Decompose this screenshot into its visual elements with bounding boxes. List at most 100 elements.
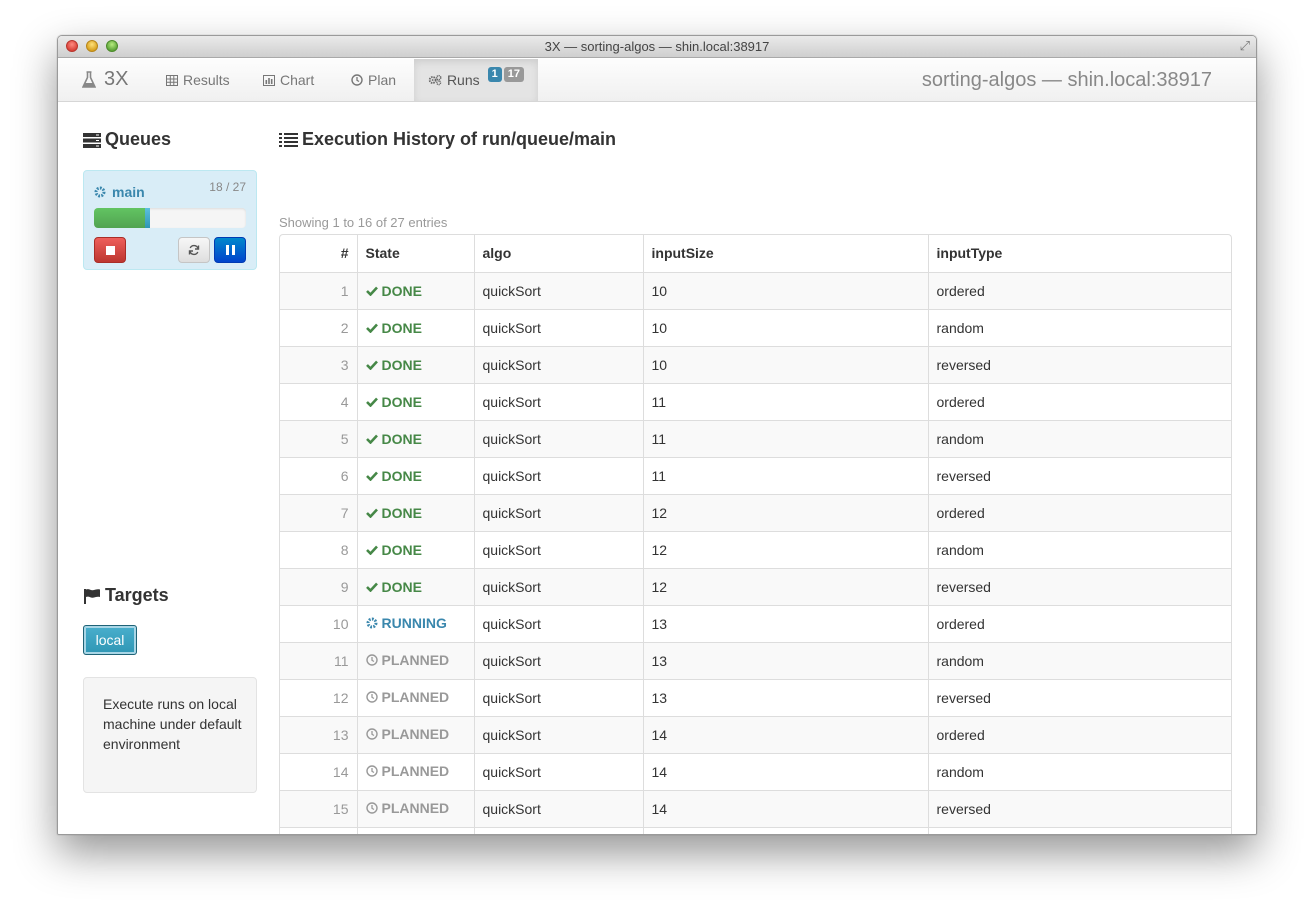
- table-row[interactable]: 15 PLANNED quickSort 14 reversed: [280, 789, 1231, 827]
- row-input-size: 11: [642, 456, 928, 494]
- state-label: DONE: [381, 467, 422, 484]
- table-row[interactable]: 14 PLANNED quickSort 14 random: [280, 752, 1231, 790]
- entries-info: Showing 1 to 16 of 27 entries: [279, 215, 448, 230]
- row-input-type: random: [927, 752, 1231, 790]
- queue-name[interactable]: main: [94, 184, 145, 200]
- title-bar[interactable]: 3X — sorting-algos — shin.local:38917 ⤢: [58, 36, 1256, 58]
- gears-icon: [428, 74, 442, 86]
- clock-icon: [365, 765, 378, 777]
- row-input-type: ordered: [927, 271, 1231, 309]
- table-row[interactable]: 2 DONE quickSort 10 random: [280, 308, 1231, 346]
- table-row[interactable]: 4 DONE quickSort 11 ordered: [280, 382, 1231, 420]
- state-label: PLANNED: [381, 689, 450, 705]
- row-algo: quickSort: [473, 345, 643, 383]
- table-row[interactable]: 11 PLANNED quickSort 13 random: [280, 641, 1231, 679]
- brand[interactable]: 3X: [82, 68, 128, 91]
- state-badge: DONE: [365, 579, 422, 595]
- table-row[interactable]: 10 RUNNING quickSort 13 ordered: [280, 604, 1231, 642]
- row-input-type: ordered: [927, 493, 1231, 531]
- row-number: 15: [280, 789, 357, 827]
- row-input-size: 14: [642, 752, 928, 790]
- list-icon: [279, 132, 298, 147]
- row-number: 2: [280, 308, 357, 346]
- row-number: 10: [280, 604, 357, 642]
- column-header-algo[interactable]: algo: [473, 235, 643, 272]
- state-badge: PLANNED: [365, 800, 449, 816]
- tab-results[interactable]: Results: [152, 59, 244, 101]
- pause-queue-button[interactable]: [214, 237, 246, 263]
- row-state: PLANNED: [356, 789, 474, 827]
- table-row[interactable]: 1 DONE quickSort 10 ordered: [280, 271, 1231, 309]
- table-row[interactable]: 9 DONE quickSort 12 reversed: [280, 567, 1231, 605]
- row-input-size: 13: [642, 678, 928, 716]
- target-local-button[interactable]: local: [83, 625, 137, 655]
- tab-chart[interactable]: Chart: [249, 59, 328, 101]
- zoom-window-button[interactable]: [106, 40, 118, 52]
- row-number: 8: [280, 530, 357, 568]
- queues-heading-label: Queues: [105, 129, 172, 149]
- column-header-inputtype[interactable]: inputType: [927, 235, 1231, 272]
- row-input-size: 12: [642, 530, 928, 568]
- check-icon: [365, 360, 378, 370]
- row-input-type: ordered: [927, 715, 1231, 753]
- navbar: 3X Results Chart Plan Runs 1 17 sorting-…: [58, 59, 1256, 102]
- refresh-queue-button[interactable]: [178, 237, 210, 263]
- page-title: Execution History of run/queue/main: [279, 129, 616, 150]
- table-icon: [166, 74, 178, 86]
- queue-card-main[interactable]: main 18 / 27: [83, 170, 257, 270]
- column-header-inputsize[interactable]: inputSize: [642, 235, 928, 272]
- table-row[interactable]: 7 DONE quickSort 12 ordered: [280, 493, 1231, 531]
- check-icon: [365, 323, 378, 333]
- table-row[interactable]: 16PLANNEDquickSort15ordered: [280, 826, 1231, 834]
- table-row[interactable]: 13 PLANNED quickSort 14 ordered: [280, 715, 1231, 753]
- pause-icon: [225, 245, 235, 255]
- table-row[interactable]: 12 PLANNED quickSort 13 reversed: [280, 678, 1231, 716]
- table-row[interactable]: 3 DONE quickSort 10 reversed: [280, 345, 1231, 383]
- tab-plan[interactable]: Plan: [337, 59, 410, 101]
- row-input-size: 13: [642, 641, 928, 679]
- row-input-size: 10: [642, 308, 928, 346]
- row-number: 5: [280, 419, 357, 457]
- runs-running-badge: 1: [487, 66, 502, 82]
- page-title-label: Execution History of run/queue/main: [302, 129, 617, 149]
- row-input-type: random: [927, 419, 1231, 457]
- row-input-size: 10: [642, 345, 928, 383]
- row-input-size: 15: [642, 826, 928, 834]
- tab-runs[interactable]: Runs 1 17: [414, 59, 538, 101]
- row-algo: quickSort: [473, 567, 643, 605]
- state-badge: PLANNED: [365, 652, 450, 668]
- row-state: RUNNING: [356, 604, 474, 642]
- state-badge: DONE: [365, 282, 422, 299]
- stop-queue-button[interactable]: [94, 237, 126, 263]
- row-number: 4: [280, 382, 357, 420]
- state-label: DONE: [381, 282, 422, 299]
- queue-name-label: main: [112, 184, 145, 200]
- state-badge: DONE: [365, 394, 422, 410]
- table-row[interactable]: 8 DONE quickSort 12 random: [280, 530, 1231, 568]
- row-state: PLANNED: [356, 826, 474, 834]
- flag-icon: [84, 588, 100, 604]
- column-header-number[interactable]: #: [280, 235, 357, 272]
- state-label: RUNNING: [381, 615, 447, 631]
- row-input-size: 14: [642, 789, 928, 827]
- row-input-size: 12: [642, 567, 928, 605]
- queue-progress-bar: [94, 208, 246, 228]
- row-state: DONE: [356, 345, 474, 383]
- row-algo: quickSort: [473, 715, 643, 753]
- window-title: 3X — sorting-algos — shin.local:38917: [544, 39, 770, 54]
- stop-icon: [105, 245, 115, 255]
- state-label: DONE: [381, 430, 422, 447]
- row-input-type: random: [927, 641, 1231, 679]
- row-input-type: random: [927, 308, 1231, 346]
- state-label: PLANNED: [381, 652, 450, 668]
- column-header-state[interactable]: State: [356, 235, 474, 272]
- row-algo: quickSort: [473, 308, 643, 346]
- brand-label: 3X: [104, 68, 129, 90]
- state-badge: DONE: [365, 542, 422, 558]
- close-window-button[interactable]: [66, 40, 78, 52]
- table-row[interactable]: 6 DONE quickSort 11 reversed: [280, 456, 1231, 494]
- clock-icon: [365, 691, 378, 703]
- table-row[interactable]: 5 DONE quickSort 11 random: [280, 419, 1231, 457]
- minimize-window-button[interactable]: [86, 40, 98, 52]
- fullscreen-icon[interactable]: ⤢: [1240, 39, 1250, 53]
